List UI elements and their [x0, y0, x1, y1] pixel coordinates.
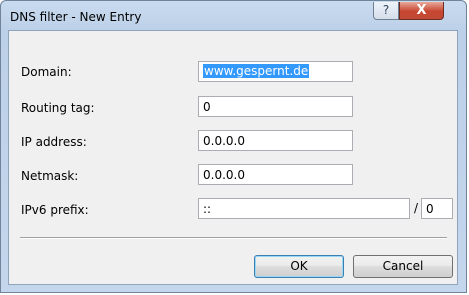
help-icon: ?	[382, 3, 390, 17]
netmask-input[interactable]	[198, 164, 353, 185]
ip-address-input[interactable]	[198, 130, 353, 151]
ipv6-prefix-label: IPv6 prefix:	[21, 203, 89, 217]
routing-tag-input[interactable]	[198, 96, 353, 117]
prefix-separator: /	[414, 201, 419, 215]
close-button[interactable]: X	[399, 2, 444, 20]
button-separator	[20, 237, 447, 239]
window-title: DNS filter - New Entry	[10, 10, 142, 24]
domain-value: www.gespernt.de	[203, 64, 310, 78]
ok-button[interactable]: OK	[254, 255, 344, 278]
ip-address-label: IP address:	[21, 135, 87, 149]
ipv6-prefix-input[interactable]	[198, 198, 410, 219]
prefix-length-input[interactable]	[421, 198, 453, 219]
help-button[interactable]: ?	[373, 2, 399, 20]
domain-label: Domain:	[21, 65, 72, 79]
title-bar[interactable]: DNS filter - New Entry ? X	[1, 1, 466, 31]
netmask-label: Netmask:	[21, 169, 79, 183]
close-icon: X	[416, 3, 427, 18]
routing-tag-label: Routing tag:	[21, 101, 95, 115]
domain-input[interactable]: www.gespernt.de	[198, 61, 353, 82]
cancel-button[interactable]: Cancel	[353, 255, 453, 278]
